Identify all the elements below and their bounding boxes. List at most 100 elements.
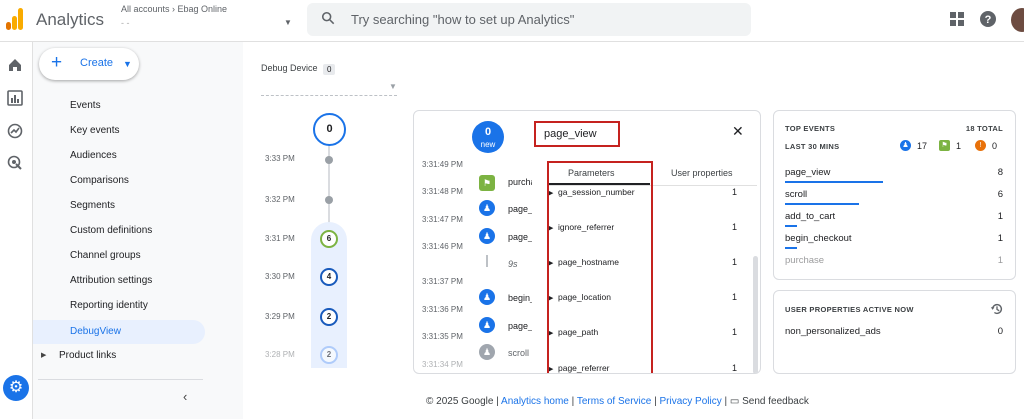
collapse-nav-chevron-icon[interactable]: ‹ xyxy=(183,389,187,404)
history-icon[interactable] xyxy=(990,302,1004,316)
flag-icon: ⚑ xyxy=(939,140,950,151)
product-title[interactable]: Analytics xyxy=(36,10,104,30)
top-event-bar xyxy=(785,225,797,227)
user-property-name[interactable]: non_personalized_ads xyxy=(785,326,881,337)
advertising-icon[interactable] xyxy=(7,155,23,171)
user-event-icon[interactable]: ♟ xyxy=(479,228,495,244)
event-stream-card: 0 new 3:31:49 PM 3:31:48 PM ⚑ purchase 3… xyxy=(413,110,761,374)
user-event-icon[interactable]: ♟ xyxy=(479,317,495,333)
send-feedback-link[interactable]: Send feedback xyxy=(742,396,809,407)
analytics-home-link[interactable]: Analytics home xyxy=(501,396,569,407)
timeline-time: 3:32 PM xyxy=(265,195,295,204)
parameters-highlight-box xyxy=(547,161,653,373)
search-input[interactable]: Try searching "how to set up Analytics" xyxy=(307,3,751,36)
timeline-minute-count[interactable]: 4 xyxy=(320,268,338,286)
account-picker-chevron-icon[interactable]: ▼ xyxy=(284,18,292,27)
user-event-icon[interactable]: ♟ xyxy=(479,344,495,360)
help-icon[interactable]: ? xyxy=(980,11,996,27)
event-time: 3:31:36 PM xyxy=(422,305,463,314)
flag-icon[interactable]: ⚑ xyxy=(479,175,495,191)
footer-separator: | xyxy=(724,396,728,407)
nav-item-audiences[interactable]: Audiences xyxy=(33,144,205,168)
param-value: 1 xyxy=(732,222,738,232)
top-events-total: 18 TOTAL xyxy=(965,124,1003,133)
explore-icon[interactable] xyxy=(7,123,23,139)
tab-user-properties[interactable]: User properties xyxy=(671,168,733,178)
event-name[interactable]: begin_checkout xyxy=(508,293,532,303)
debug-device-count: 0 xyxy=(323,64,336,75)
nav-item-channel-groups[interactable]: Channel groups xyxy=(33,244,205,268)
param-value: 1 xyxy=(732,327,738,337)
terms-of-service-link[interactable]: Terms of Service xyxy=(577,396,651,407)
nav-item-events[interactable]: Events xyxy=(33,94,205,118)
timeline-dot[interactable] xyxy=(325,156,333,164)
top-event-bar xyxy=(785,247,797,249)
event-time: 3:31:47 PM xyxy=(422,215,463,224)
top-event-name[interactable]: purchase xyxy=(785,255,824,266)
copyright: © 2025 Google | xyxy=(426,396,499,407)
event-name[interactable]: page_view xyxy=(508,232,532,242)
footer-separator: | xyxy=(571,396,575,407)
top-event-count: 1 xyxy=(997,255,1003,266)
user-properties-heading: USER PROPERTIES ACTIVE NOW xyxy=(785,305,914,314)
property-name[interactable]: - - xyxy=(121,18,130,28)
debug-device-select[interactable] xyxy=(261,95,397,96)
event-name[interactable]: page_view xyxy=(508,204,532,214)
create-button[interactable]: + Create ▼ xyxy=(39,48,139,80)
timeline-time: 3:29 PM xyxy=(265,312,295,321)
close-icon[interactable]: ✕ xyxy=(732,123,744,140)
feedback-icon[interactable]: ▭ xyxy=(730,396,739,407)
new-events-indicator[interactable]: 0 new xyxy=(472,121,504,153)
nav-item-product-links[interactable]: Product links xyxy=(33,344,205,368)
scrollbar[interactable] xyxy=(753,256,758,373)
admin-gear-icon[interactable]: ⚙ xyxy=(3,375,29,401)
top-event-name[interactable]: add_to_cart xyxy=(785,211,835,222)
timeline-top-count[interactable]: 0 xyxy=(313,113,346,146)
create-label: Create xyxy=(80,57,114,69)
user-properties-card: USER PROPERTIES ACTIVE NOW non_personali… xyxy=(773,290,1016,374)
privacy-policy-link[interactable]: Privacy Policy xyxy=(659,396,721,407)
event-time: 3:31:49 PM xyxy=(422,160,463,169)
timeline-minute-count[interactable]: 2 xyxy=(320,346,338,364)
user-event-icon[interactable]: ♟ xyxy=(479,200,495,216)
timeline-minute-count[interactable]: 6 xyxy=(320,230,338,248)
search-placeholder: Try searching "how to set up Analytics" xyxy=(351,12,575,27)
nav-item-key-events[interactable]: Key events xyxy=(33,119,205,143)
timeline-minute-count[interactable]: 2 xyxy=(320,308,338,326)
error-icon: ! xyxy=(975,140,986,151)
top-event-name[interactable]: scroll xyxy=(785,189,807,200)
nav-item-reporting-identity[interactable]: Reporting identity xyxy=(33,294,205,318)
top-event-count: 1 xyxy=(997,211,1003,222)
search-icon xyxy=(321,11,335,25)
home-icon[interactable] xyxy=(7,57,23,73)
nav-item-segments[interactable]: Segments xyxy=(33,194,205,218)
event-detail-title: page_view xyxy=(534,121,620,147)
timeline-time: 3:33 PM xyxy=(265,154,295,163)
reports-icon[interactable] xyxy=(7,90,23,106)
nav-item-attribution-settings[interactable]: Attribution settings xyxy=(33,269,205,293)
chevron-down-icon: ▼ xyxy=(123,59,132,69)
nav-item-custom-definitions[interactable]: Custom definitions xyxy=(33,219,205,243)
account-breadcrumb[interactable]: All accounts › Ebag Online xyxy=(121,4,227,14)
badge-count-orange: 0 xyxy=(992,141,998,151)
analytics-logo-icon[interactable] xyxy=(6,8,24,30)
nav-item-debugview[interactable]: DebugView xyxy=(33,320,205,344)
event-name[interactable]: purchase xyxy=(508,177,532,187)
timeline-time: 3:28 PM xyxy=(265,350,295,359)
chevron-down-icon[interactable]: ▼ xyxy=(389,82,397,91)
apps-grid-icon[interactable] xyxy=(949,11,965,27)
user-event-icon: ♟ xyxy=(900,140,911,151)
nav-item-comparisons[interactable]: Comparisons xyxy=(33,169,205,193)
top-event-name[interactable]: begin_checkout xyxy=(785,233,852,244)
avatar[interactable] xyxy=(1011,8,1024,32)
timeline-time: 3:31 PM xyxy=(265,234,295,243)
param-value: 1 xyxy=(732,187,738,197)
event-time: 3:31:37 PM xyxy=(422,277,463,286)
event-name[interactable]: scroll xyxy=(508,348,548,358)
user-event-icon[interactable]: ♟ xyxy=(479,289,495,305)
event-name[interactable]: page_view xyxy=(508,321,532,331)
top-event-name[interactable]: page_view xyxy=(785,167,830,178)
top-events-heading: TOP EVENTS xyxy=(785,124,836,133)
event-time: 3:31:35 PM xyxy=(422,332,463,341)
timeline-dot[interactable] xyxy=(325,196,333,204)
